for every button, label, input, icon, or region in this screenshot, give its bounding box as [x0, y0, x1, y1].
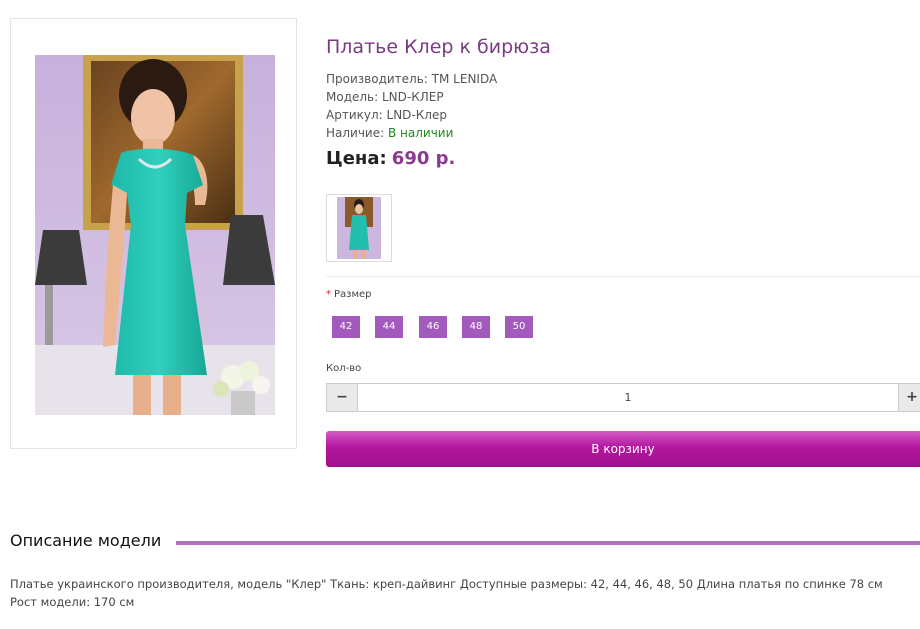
required-mark: *	[326, 289, 331, 300]
sku-value: LND-Клер	[386, 108, 447, 122]
availability-status: В наличии	[388, 126, 454, 140]
size-label: * Размер	[326, 289, 372, 300]
quantity-stepper: − +	[326, 383, 920, 412]
divider	[326, 276, 920, 277]
quantity-increase-button[interactable]: +	[899, 383, 920, 412]
sku-label: Артикул:	[326, 108, 383, 122]
product-photo[interactable]	[35, 55, 275, 415]
description-divider	[176, 541, 920, 545]
manufacturer-row: Производитель: TM LENIDA	[326, 70, 497, 88]
size-option-46[interactable]: 46	[419, 316, 447, 338]
model-value: LND-КЛЕР	[382, 90, 444, 104]
product-title: Платье Клер к бирюза	[326, 36, 551, 58]
size-option-44[interactable]: 44	[375, 316, 403, 338]
availability-label: Наличие:	[326, 126, 385, 140]
quantity-decrease-button[interactable]: −	[326, 383, 358, 412]
model-row: Модель: LND-КЛЕР	[326, 88, 497, 106]
description-text: Платье украинского производителя, модель…	[10, 577, 883, 609]
quantity-input[interactable]	[358, 383, 899, 412]
size-option-50[interactable]: 50	[505, 316, 533, 338]
manufacturer-value: TM LENIDA	[431, 72, 498, 86]
price-value: 690 р.	[391, 148, 456, 169]
price-row: Цена: 690 р.	[326, 148, 455, 169]
product-thumbnail[interactable]	[326, 194, 392, 262]
availability-row: Наличие: В наличии	[326, 124, 497, 142]
size-label-text: Размер	[334, 289, 372, 300]
product-info: Производитель: TM LENIDA Модель: LND-КЛЕ…	[326, 70, 497, 142]
size-option-42[interactable]: 42	[332, 316, 360, 338]
sku-row: Артикул: LND-Клер	[326, 106, 497, 124]
price-label: Цена:	[326, 148, 387, 169]
manufacturer-label: Производитель:	[326, 72, 428, 86]
add-to-cart-button[interactable]: В корзину	[326, 431, 920, 467]
description-heading: Описание модели	[10, 531, 162, 550]
quantity-label: Кол-во	[326, 363, 362, 374]
product-page: Платье Клер к бирюза Производитель: TM L…	[0, 0, 920, 629]
size-option-48[interactable]: 48	[462, 316, 490, 338]
model-label: Модель:	[326, 90, 379, 104]
main-image-frame[interactable]	[10, 18, 297, 449]
